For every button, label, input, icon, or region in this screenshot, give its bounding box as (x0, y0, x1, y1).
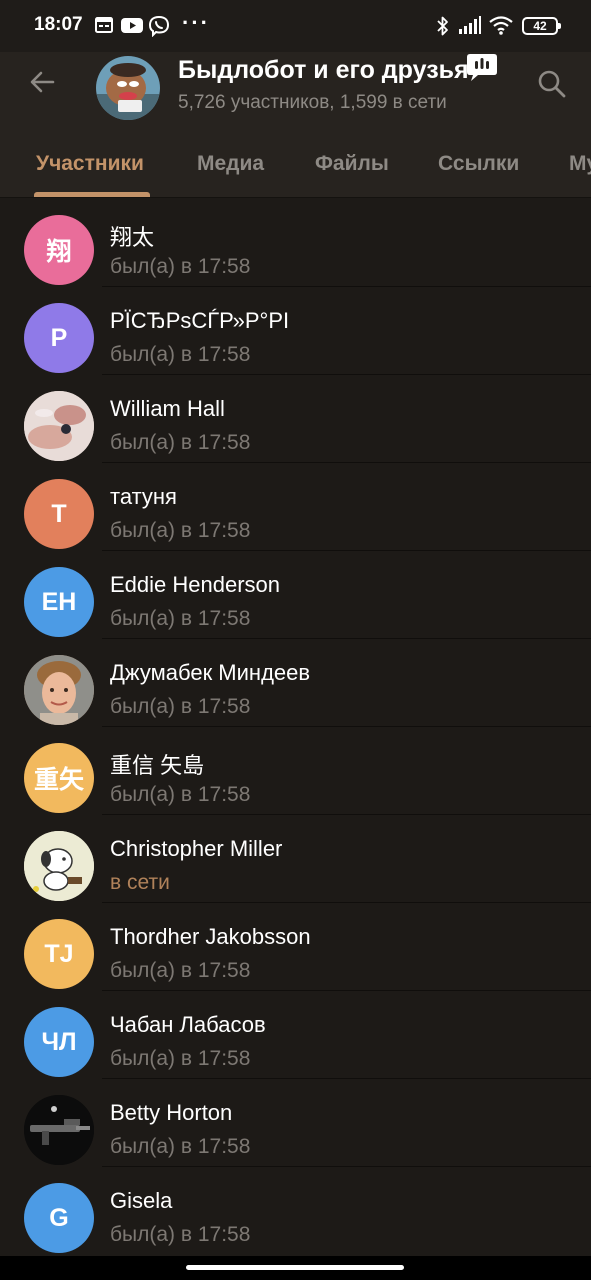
member-list: 翔 翔太 был(а) в 17:58 P РЇСЂРѕСЃР»Р°РІ был… (0, 198, 591, 1254)
member-row[interactable]: P РЇСЂРѕСЃР»Р°РІ был(а) в 17:58 (0, 286, 591, 375)
member-status: был(а) в 17:58 (110, 783, 251, 806)
status-time: 18:07 (34, 14, 83, 35)
search-icon (538, 70, 566, 98)
member-name: 翔太 (110, 225, 155, 250)
avatar: 重矢 (24, 743, 94, 813)
signal-icon (458, 15, 482, 35)
battery-icon: 42 (522, 17, 561, 35)
avatar: T (24, 479, 94, 549)
search-button[interactable] (532, 64, 572, 104)
system-nav-bar (0, 1256, 591, 1280)
member-status: был(а) в 17:58 (110, 1047, 251, 1070)
member-row[interactable]: ЧЛ Чабан Лабасов был(а) в 17:58 (0, 990, 591, 1079)
member-row[interactable]: T татуня был(а) в 17:58 (0, 462, 591, 551)
member-name: 重信 矢島 (110, 753, 205, 778)
member-row[interactable]: Betty Horton был(а) в 17:58 (0, 1078, 591, 1167)
voice-chat-icon[interactable] (466, 52, 498, 82)
avatar: G (24, 1183, 94, 1253)
calendar-icon (94, 15, 114, 35)
tab-members[interactable]: Участники (36, 152, 144, 176)
tab-links[interactable]: Ссылки (438, 152, 519, 176)
avatar-photo (24, 391, 94, 461)
member-status: был(а) в 17:58 (110, 1223, 251, 1246)
avatar-initials: P (50, 323, 68, 352)
member-status: был(а) в 17:58 (110, 607, 251, 630)
chat-header: Быдлобот и его друзья 5,726 участников, … (0, 52, 591, 142)
member-status: был(а) в 17:58 (110, 255, 251, 278)
avatar-initials: TJ (44, 939, 74, 968)
tab-files[interactable]: Файлы (315, 152, 389, 176)
group-title[interactable]: Быдлобот и его друзья (178, 56, 469, 85)
avatar-photo (24, 831, 94, 901)
member-row[interactable]: Джумабек Миндеев был(а) в 17:58 (0, 638, 591, 727)
member-status: был(а) в 17:58 (110, 343, 251, 366)
avatar-initials: ЧЛ (41, 1027, 77, 1056)
member-name: Betty Horton (110, 1100, 233, 1125)
member-row[interactable]: TJ Thordher Jakobsson был(а) в 17:58 (0, 902, 591, 991)
member-name: Gisela (110, 1188, 173, 1213)
wifi-icon (488, 15, 514, 35)
member-status: был(а) в 17:58 (110, 1135, 251, 1158)
avatar-initials: 翔 (46, 238, 72, 266)
back-button[interactable] (22, 62, 62, 102)
avatar: 翔 (24, 215, 94, 285)
member-name: Thordher Jakobsson (110, 924, 311, 949)
arrow-left-icon (30, 71, 55, 93)
tab-media[interactable]: Медиа (197, 152, 264, 176)
home-gesture-pill[interactable] (186, 1265, 404, 1270)
member-row[interactable]: 重矢 重信 矢島 был(а) в 17:58 (0, 726, 591, 815)
member-status-online: в сети (110, 871, 170, 894)
group-avatar[interactable] (96, 56, 160, 120)
avatar: ЧЛ (24, 1007, 94, 1077)
active-tab-indicator (34, 192, 150, 197)
member-name: татуня (110, 484, 177, 509)
avatar: P (24, 303, 94, 373)
group-member-count: 5,726 участников, 1,599 в сети (178, 92, 447, 113)
member-status: был(а) в 17:58 (110, 959, 251, 982)
bluetooth-icon (436, 15, 450, 37)
avatar-photo (24, 655, 94, 725)
youtube-icon (120, 15, 144, 35)
member-name: РЇСЂРѕСЃР»Р°РІ (110, 308, 290, 333)
member-status: был(а) в 17:58 (110, 431, 251, 454)
member-name: William Hall (110, 396, 225, 421)
member-row[interactable]: William Hall был(а) в 17:58 (0, 374, 591, 463)
tab-music[interactable]: Му (569, 152, 591, 176)
member-name: Чабан Лабасов (110, 1012, 266, 1037)
tab-bar: Участники Медиа Файлы Ссылки Му (0, 142, 591, 198)
avatar: EH (24, 567, 94, 637)
viber-icon (148, 15, 170, 37)
avatar-initials: G (49, 1203, 69, 1232)
member-row[interactable]: G Gisela был(а) в 17:58 (0, 1166, 591, 1254)
member-name: Джумабек Миндеев (110, 660, 311, 685)
member-row[interactable]: EH Eddie Henderson был(а) в 17:58 (0, 550, 591, 639)
avatar-initials: T (51, 499, 67, 528)
member-status: был(а) в 17:58 (110, 519, 251, 542)
avatar-initials: EH (41, 587, 77, 616)
more-dots-icon: ··· (182, 10, 210, 35)
member-row[interactable]: Christopher Miller в сети (0, 814, 591, 903)
member-status: был(а) в 17:58 (110, 695, 251, 718)
group-avatar-image (96, 56, 160, 120)
avatar: TJ (24, 919, 94, 989)
avatar-initials: 重矢 (33, 766, 84, 794)
avatar-photo (24, 1095, 94, 1165)
member-name: Christopher Miller (110, 836, 283, 861)
status-bar: 18:07 ··· 42 (0, 0, 591, 52)
member-name: Eddie Henderson (110, 572, 281, 597)
member-row[interactable]: 翔 翔太 был(а) в 17:58 (0, 198, 591, 287)
